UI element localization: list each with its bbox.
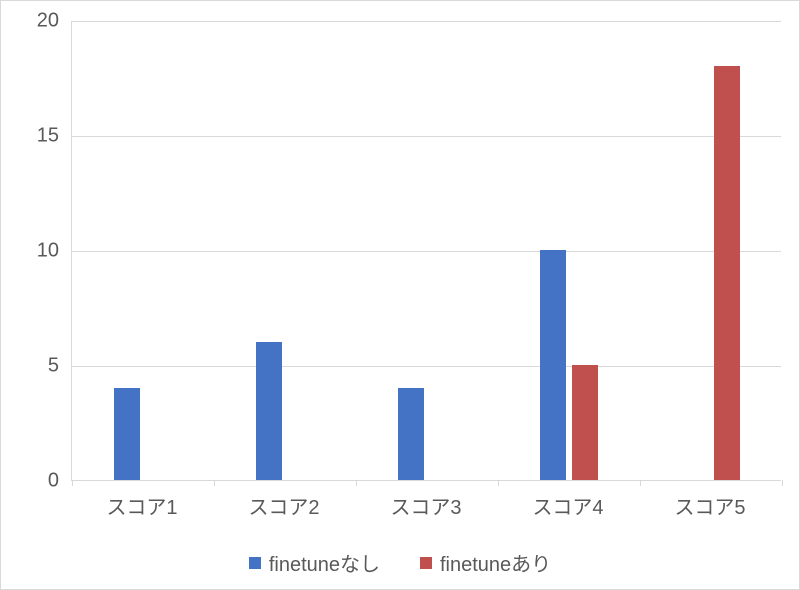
bar bbox=[256, 342, 282, 480]
x-tick-mark bbox=[356, 480, 357, 486]
bar bbox=[398, 388, 424, 480]
x-tick-label: スコア1 bbox=[106, 491, 177, 520]
bar bbox=[572, 365, 598, 480]
y-tick-label: 15 bbox=[9, 125, 59, 148]
x-tick-mark bbox=[72, 480, 73, 486]
y-tick-label: 10 bbox=[9, 240, 59, 263]
x-tick-mark bbox=[640, 480, 641, 486]
plot-area bbox=[71, 21, 781, 481]
bar bbox=[540, 250, 566, 480]
x-tick-mark bbox=[498, 480, 499, 486]
legend-swatch bbox=[420, 557, 432, 569]
bar-chart: finetuneなし finetuneあり 0 5 10 15 20 スコア1 スコア2 スコア… bbox=[0, 0, 800, 590]
gridline bbox=[72, 136, 781, 137]
bar bbox=[114, 388, 140, 480]
x-tick-mark bbox=[782, 480, 783, 486]
x-tick-label: スコア5 bbox=[674, 491, 745, 520]
gridline bbox=[72, 21, 781, 22]
legend-label: finetuneあり bbox=[440, 548, 551, 577]
legend-label: finetuneなし bbox=[269, 548, 380, 577]
bar bbox=[714, 66, 740, 480]
legend-swatch bbox=[249, 557, 261, 569]
y-tick-label: 0 bbox=[9, 470, 59, 493]
y-tick-label: 20 bbox=[9, 10, 59, 33]
legend: finetuneなし finetuneあり bbox=[1, 548, 799, 577]
x-tick-mark bbox=[214, 480, 215, 486]
x-tick-label: スコア3 bbox=[390, 491, 461, 520]
legend-item: finetuneなし bbox=[249, 548, 380, 577]
gridline bbox=[72, 251, 781, 252]
y-tick-label: 5 bbox=[9, 355, 59, 378]
legend-item: finetuneあり bbox=[420, 548, 551, 577]
x-tick-label: スコア4 bbox=[532, 491, 603, 520]
x-tick-label: スコア2 bbox=[248, 491, 319, 520]
gridline bbox=[72, 366, 781, 367]
